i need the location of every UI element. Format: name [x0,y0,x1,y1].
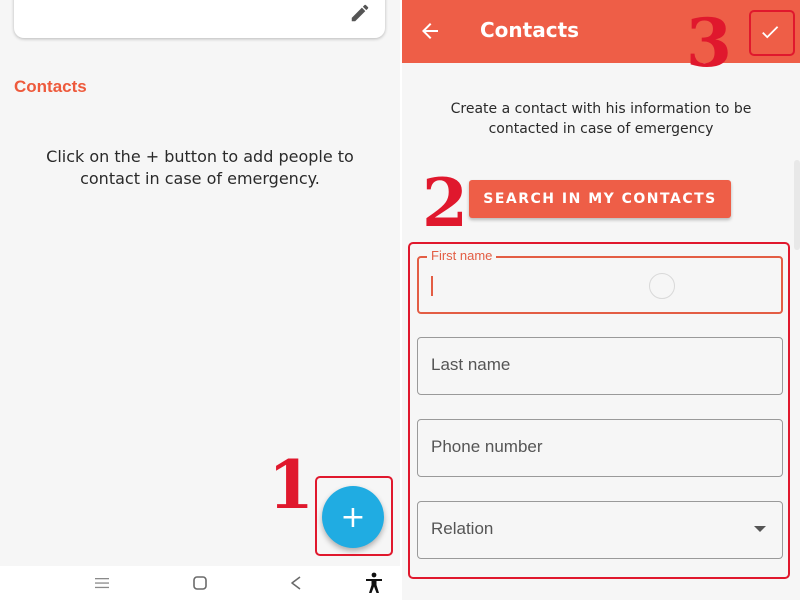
section-title-contacts: Contacts [14,77,87,96]
page-title: Contacts [480,18,580,42]
annotation-box-3 [749,10,795,56]
home-icon[interactable] [180,566,220,600]
empty-state-message: Click on the + button to add people to c… [46,147,354,188]
system-nav-bar [0,566,400,600]
profile-card[interactable] [14,0,385,38]
scrollbar[interactable] [794,160,800,250]
annotation-number-1: 1 [268,446,314,524]
back-icon[interactable] [276,566,316,600]
annotation-number-2: 2 [422,164,468,242]
menu-icon[interactable] [82,566,122,600]
back-arrow-icon[interactable] [418,19,444,45]
app-bar: Contacts [402,0,800,63]
annotation-box-2 [408,242,790,579]
intro-text: Create a contact with his information to… [450,101,752,137]
annotation-number-3: 3 [686,4,732,82]
accessibility-icon[interactable] [354,566,394,600]
edit-icon[interactable] [347,0,373,26]
annotation-box-1 [315,476,393,556]
search-in-contacts-button[interactable]: SEARCH IN MY CONTACTS [469,180,731,218]
